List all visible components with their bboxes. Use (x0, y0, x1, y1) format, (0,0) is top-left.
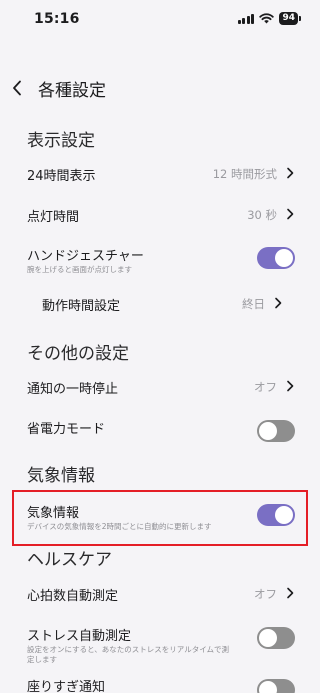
toggle-knob (259, 422, 277, 440)
chevron-right-icon (275, 297, 282, 309)
toggle-knob (259, 681, 277, 693)
stress-auto-label: ストレス自動測定 (27, 629, 132, 644)
hand-gesture-toggle[interactable] (257, 247, 295, 269)
stress-auto-description: 設定をオンにすると、あなたのストレスをリアルタイムで測 (27, 645, 230, 654)
section-title-weather: 気象情報 (27, 466, 95, 486)
section-title-health: ヘルスケア (27, 550, 112, 570)
battery-icon: 94 (279, 12, 301, 25)
power-save-toggle[interactable] (257, 420, 295, 442)
nav-header: 各種設定 (12, 74, 106, 102)
setting-row-hand-gesture: ハンドジェスチャー 腕を上げると画面が点灯します (0, 242, 320, 278)
hr-auto-label: 心拍数自動測定 (27, 589, 119, 604)
section-title-display: 表示設定 (27, 131, 95, 151)
light-time-label: 点灯時間 (27, 210, 80, 225)
light-time-value: 30 秒 (247, 208, 277, 222)
setting-row-power-save: 省電力モード (0, 414, 320, 444)
setting-row-time-format[interactable]: 24時間表示 12 時間形式 (0, 160, 320, 186)
setting-row-light-time[interactable]: 点灯時間 30 秒 (0, 201, 320, 227)
notify-pause-label: 通知の一時停止 (27, 382, 119, 397)
chevron-right-icon (287, 587, 294, 599)
power-save-label: 省電力モード (27, 422, 106, 437)
page-title: 各種設定 (38, 80, 106, 101)
sitting-toggle[interactable] (257, 679, 295, 693)
sitting-label: 座りすぎ通知 (27, 680, 106, 693)
back-chevron-icon[interactable] (12, 78, 30, 98)
section-title-other: その他の設定 (27, 344, 129, 364)
hr-auto-value: オフ (254, 587, 277, 601)
toggle-knob (259, 629, 277, 647)
time-format-label: 24時間表示 (27, 169, 96, 184)
stress-auto-toggle[interactable] (257, 627, 295, 649)
chevron-right-icon (287, 208, 294, 220)
status-icons: 94 (237, 12, 301, 25)
wifi-icon (259, 13, 275, 24)
hand-gesture-label: ハンドジェスチャー (27, 249, 144, 264)
status-time: 15:16 (34, 11, 80, 27)
highlight-box (12, 490, 308, 546)
chevron-right-icon (287, 167, 294, 179)
hand-gesture-description: 腕を上げると画面が点灯します (27, 265, 132, 274)
active-time-label: 動作時間設定 (42, 299, 121, 314)
setting-row-stress-auto: ストレス自動測定 設定をオンにすると、あなたのストレスをリアルタイムで測 定しま… (0, 622, 320, 668)
active-time-value: 終日 (242, 297, 265, 311)
setting-row-hr-auto[interactable]: 心拍数自動測定 オフ (0, 580, 320, 606)
status-bar: 15:16 94 (0, 0, 320, 40)
setting-row-sitting: 座りすぎ通知 (0, 674, 320, 693)
chevron-right-icon (287, 380, 294, 392)
time-format-value: 12 時間形式 (212, 167, 277, 181)
setting-row-notify-pause[interactable]: 通知の一時停止 オフ (0, 373, 320, 399)
toggle-knob (275, 249, 293, 267)
signal-icon (237, 13, 255, 24)
notify-pause-value: オフ (254, 380, 277, 394)
setting-row-active-time[interactable]: 動作時間設定 終日 (0, 290, 320, 316)
stress-auto-description-cont: 定します (27, 655, 57, 664)
